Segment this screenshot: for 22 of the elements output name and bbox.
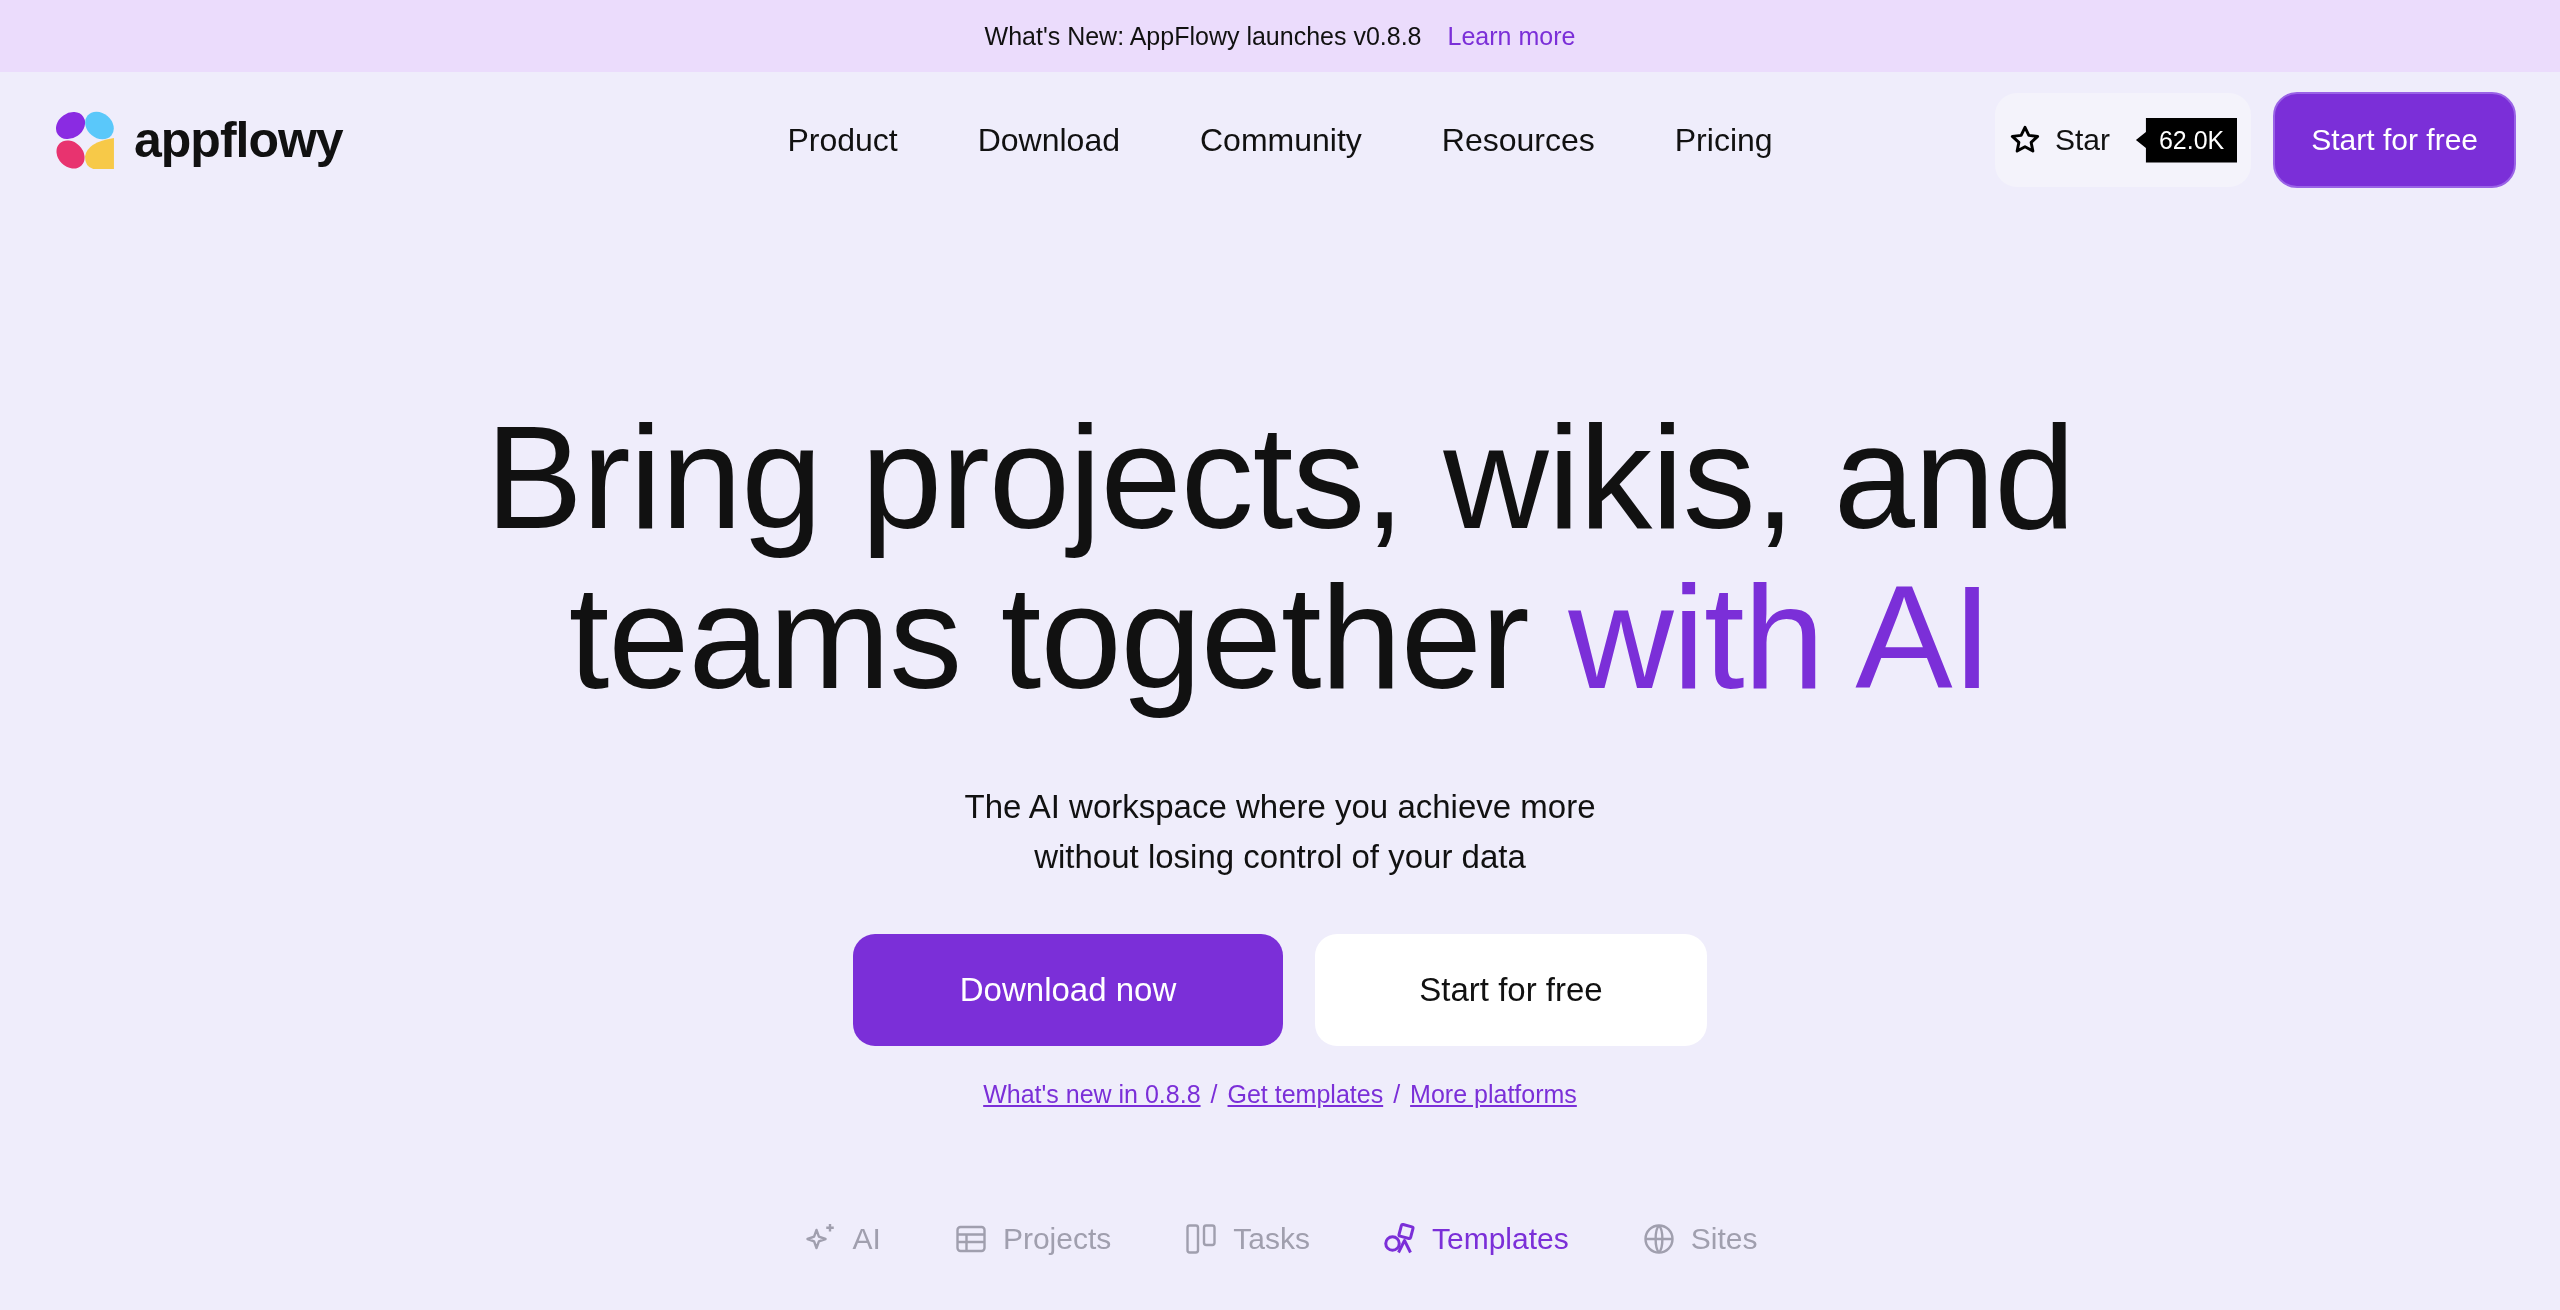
nav-link[interactable]: Community (1200, 121, 1362, 159)
hero-heading: Bring projects, wikis, and teams together with AI (485, 398, 2075, 718)
download-button[interactable]: Download now (853, 934, 1283, 1046)
feature-tab[interactable]: Templates (1382, 1221, 1569, 1257)
star-count: 62.0K (2135, 117, 2238, 163)
logo-wordmark[interactable]: appflowy (134, 111, 343, 169)
github-star-button[interactable]: Star 62.0K (1994, 93, 2252, 187)
hero-link[interactable]: What's new in 0.8.8 (983, 1080, 1201, 1109)
nav-link[interactable]: Product (787, 121, 898, 159)
hero-link[interactable]: Get templates (1227, 1080, 1384, 1109)
logo-icon[interactable] (54, 109, 116, 171)
start-free-button[interactable]: Start for free (1315, 934, 1707, 1046)
learn-more-link[interactable]: Learn more (1447, 21, 1576, 51)
hero-subtitle: The AI workspace where you achieve more without losing control of your data (964, 787, 1596, 877)
hero-link[interactable]: More platforms (1410, 1080, 1577, 1109)
nav-link[interactable]: Resources (1441, 121, 1595, 159)
separator: / (1210, 1080, 1218, 1109)
separator: / (1393, 1080, 1401, 1109)
nav-link[interactable]: Download (977, 121, 1120, 159)
nav-link[interactable]: Pricing (1674, 121, 1773, 159)
announcement-text: What's New: AppFlowy launches v0.8.8 (984, 21, 1422, 51)
start-free-button[interactable]: Start for free (2273, 92, 2516, 188)
